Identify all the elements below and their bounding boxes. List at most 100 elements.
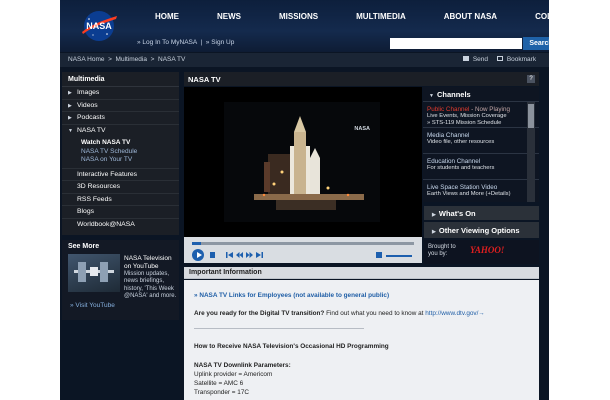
triangle-right-icon: ▶ (432, 229, 436, 235)
triangle-right-icon: ▶ (432, 212, 436, 218)
channel-item-media[interactable]: Media Channel Video file, other resource… (423, 127, 539, 153)
dtv-question-bold: Are you ready for the Digital TV transit… (194, 310, 325, 317)
sidebar-subitem-nasa-on-your-tv[interactable]: NASA on Your TV (62, 156, 179, 165)
see-more-heading[interactable]: NASA Television on YouTube (124, 255, 178, 270)
sidebar-item-worldbook[interactable]: Worldbook@NASA (62, 219, 179, 232)
nav-collaborate[interactable]: COLLABORATE (535, 12, 549, 21)
progress-bar[interactable] (192, 242, 414, 245)
bookmark-icon (497, 56, 503, 61)
breadcrumb-bar: NASA Home > Multimedia > NASA TV Send Bo… (60, 53, 549, 67)
triangle-down-icon: ▼ (68, 127, 73, 134)
scrollbar-thumb[interactable] (528, 104, 534, 128)
play-icon[interactable] (192, 249, 204, 261)
divider (194, 328, 364, 329)
top-navigation: HOME NEWS MISSIONS MULTIMEDIA ABOUT NASA… (155, 12, 549, 21)
space-station-icon (74, 262, 114, 282)
volume-icon[interactable] (376, 252, 382, 258)
sidebar-item-label: Worldbook@NASA (77, 220, 135, 228)
sidebar-item-3d-resources[interactable]: 3D Resources (62, 181, 179, 194)
visit-youtube-link[interactable]: » Visit YouTube (70, 302, 115, 309)
video-player[interactable]: NASA (184, 87, 422, 237)
important-info-body: » NASA TV Links for Employees (not avail… (184, 280, 539, 400)
previous-icon[interactable] (226, 252, 233, 258)
search-input[interactable] (390, 38, 522, 49)
whats-on-label: What's On (438, 209, 476, 218)
dtv-link[interactable]: http://www.dtv.gov/ (425, 310, 478, 317)
send-link[interactable]: Send (463, 56, 488, 63)
channel-description: Earth Views and More (+Details) (427, 191, 511, 197)
param-uplink: Uplink provider = Americom (194, 371, 273, 378)
sidebar-item-videos[interactable]: ▶ Videos (62, 100, 179, 112)
arrow-right-icon: → (478, 310, 485, 317)
help-button[interactable]: ? (527, 75, 535, 83)
whats-on-button[interactable]: ▶ What's On (424, 206, 539, 220)
channel-description: Live Events, Mission Coverage (427, 113, 507, 119)
other-options-label: Other Viewing Options (438, 226, 520, 235)
signup-link[interactable]: » Sign Up (206, 39, 235, 46)
channel-item-education[interactable]: Education Channel For students and teach… (423, 153, 539, 179)
see-more-title: See More (68, 243, 100, 250)
channel-description: For students and teachers (427, 165, 495, 171)
sidebar-item-label: 3D Resources (77, 183, 121, 190)
bookmark-link[interactable]: Bookmark (497, 56, 536, 63)
channel-name: Public Channel - Now Playing (427, 106, 535, 113)
triangle-right-icon: ▶ (68, 102, 72, 109)
sidebar-subitem-nasa-tv-schedule[interactable]: NASA TV Schedule (62, 148, 179, 157)
channel-title: Education Channel (427, 158, 481, 165)
important-info-header: Important Information (184, 267, 539, 279)
nasa-logo[interactable]: NASA (80, 10, 118, 42)
sidebar-subitem-watch-nasa-tv[interactable]: Watch NASA TV (62, 139, 179, 148)
stop-icon[interactable] (210, 252, 215, 258)
other-viewing-options-button[interactable]: ▶ Other Viewing Options (424, 222, 539, 238)
fast-forward-icon[interactable] (246, 252, 253, 258)
brought-by-text: Brought to you by: (428, 244, 456, 257)
breadcrumb: NASA Home > Multimedia > NASA TV (68, 56, 185, 63)
yahoo-logo[interactable]: YAHOO! (470, 245, 504, 255)
video-frame: NASA (224, 102, 380, 222)
channel-item-space-station[interactable]: Live Space Station Video Earth Views and… (423, 179, 539, 202)
shuttle-launch-pad-image (224, 102, 380, 222)
sidebar-item-label: Blogs (77, 208, 95, 215)
sidebar-item-rss-feeds[interactable]: RSS Feeds (62, 194, 179, 206)
dtv-question: Are you ready for the Digital TV transit… (194, 310, 485, 317)
breadcrumb-separator: > (150, 56, 155, 63)
sidebar-item-podcasts[interactable]: ▶ Podcasts (62, 112, 179, 125)
channels-title: ▼ Channels (423, 87, 539, 101)
sidebar-item-interactive-features[interactable]: Interactive Features (62, 169, 179, 181)
channel-item-public[interactable]: Public Channel - Now Playing Live Events… (423, 101, 539, 127)
sidebar-title: Multimedia (62, 72, 179, 87)
nasa-logo-text: NASA (86, 21, 112, 31)
breadcrumb-nasa-tv: NASA TV (158, 56, 186, 63)
breadcrumb-nasa-home[interactable]: NASA Home (68, 56, 105, 63)
channel-title: Public Channel (427, 106, 470, 113)
nav-multimedia[interactable]: MULTIMEDIA (356, 12, 406, 21)
page-frame: NASA HOME NEWS MISSIONS MULTIMEDIA ABOUT… (60, 0, 549, 400)
channel-description: Video file, other resources (427, 139, 495, 145)
send-icon (463, 56, 469, 61)
search-button[interactable]: Search (523, 37, 549, 50)
breadcrumb-multimedia[interactable]: Multimedia (116, 56, 147, 63)
important-info-title: Important Information (189, 269, 262, 276)
nav-about-nasa[interactable]: ABOUT NASA (444, 12, 497, 21)
sidebar-item-label: Podcasts (77, 114, 105, 121)
sidebar-item-images[interactable]: ▶ Images (62, 87, 179, 100)
rewind-icon[interactable] (236, 252, 243, 258)
volume-slider[interactable] (386, 255, 412, 257)
next-icon[interactable] (256, 252, 263, 258)
employee-links[interactable]: » NASA TV Links for Employees (not avail… (194, 292, 389, 299)
see-more-text: Mission updates, news briefings, history… (124, 271, 177, 299)
progress-fill (192, 242, 201, 245)
nav-news[interactable]: NEWS (217, 12, 241, 21)
account-links: » Log In To MyNASA | » Sign Up (137, 39, 235, 46)
mission-schedule-link[interactable]: » STS-119 Mission Schedule (427, 120, 535, 127)
youtube-thumbnail[interactable] (68, 254, 120, 292)
param-satellite: Satellite = AMC 6 (194, 380, 244, 387)
dtv-question-rest: Find out what you need to know at (324, 310, 426, 317)
triangle-down-icon: ▼ (429, 93, 434, 99)
sidebar-item-blogs[interactable]: Blogs (62, 206, 179, 219)
sidebar-item-nasa-tv[interactable]: ▼ NASA TV (62, 125, 179, 138)
nav-home[interactable]: HOME (155, 12, 179, 21)
channels-scrollbar[interactable] (527, 102, 535, 202)
nav-missions[interactable]: MISSIONS (279, 12, 318, 21)
login-link[interactable]: » Log In To MyNASA (137, 39, 197, 46)
